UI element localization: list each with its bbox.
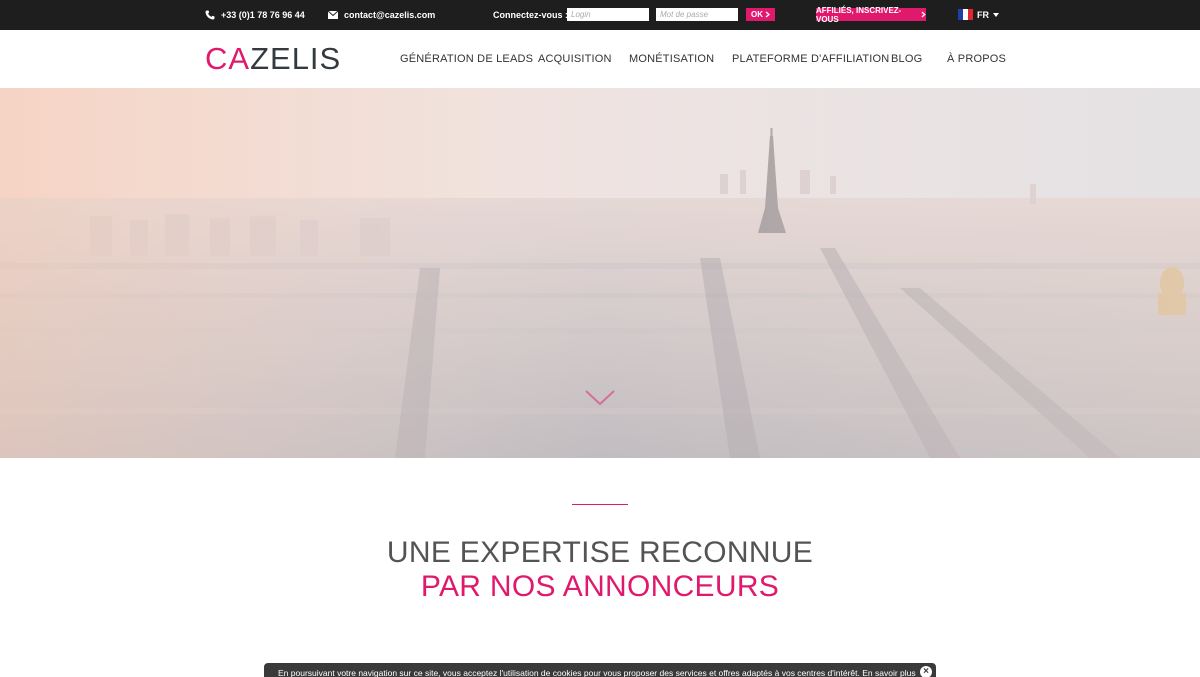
hero-banner [0, 88, 1200, 458]
close-icon[interactable]: × [920, 666, 932, 677]
nav-about[interactable]: À PROPOS [947, 53, 1006, 65]
language-selector[interactable]: FR [958, 9, 999, 20]
login-input[interactable] [567, 8, 649, 21]
section-subheadline: PAR NOS ANNONCEURS [420, 570, 780, 603]
main-header: CAZELIS GÉNÉRATION DE LEADS ACQUISITION … [0, 30, 1200, 88]
nav-lead-generation[interactable]: GÉNÉRATION DE LEADS [400, 53, 533, 65]
language-code: FR [977, 9, 989, 20]
password-input[interactable] [656, 8, 738, 21]
affiliate-signup-button[interactable]: AFFILIÉS, INSCRIVEZ-VOUS [816, 5, 926, 24]
phone-icon [205, 10, 215, 20]
cazelis-logo[interactable]: CAZELIS [205, 42, 341, 76]
caret-down-icon [993, 12, 999, 17]
section-headline: UNE EXPERTISE RECONNUE [386, 536, 814, 569]
cookie-learn-more-link[interactable]: En savoir plus [862, 668, 915, 677]
nav-blog[interactable]: BLOG [891, 53, 922, 65]
login-ok-button[interactable]: OK [746, 8, 775, 21]
cookie-banner: En poursuivant votre navigation sur ce s… [264, 663, 936, 677]
chevron-right-icon [921, 11, 926, 18]
nav-acquisition[interactable]: ACQUISITION [538, 53, 612, 65]
chevron-right-icon [765, 11, 770, 18]
email-address: contact@cazelis.com [344, 10, 436, 20]
logo-accent-text: CA [205, 41, 251, 76]
phone-contact[interactable]: +33 (0)1 78 76 96 44 [205, 10, 305, 20]
nav-affiliate-platform[interactable]: PLATEFORME D'AFFILIATION [732, 53, 889, 65]
ok-label: OK [751, 10, 763, 19]
logo-main-text: ZELIS [250, 41, 342, 76]
affiliate-label: AFFILIÉS, INSCRIVEZ-VOUS [816, 5, 902, 24]
french-flag-icon [958, 9, 973, 20]
cookie-text: En poursuivant votre navigation sur ce s… [278, 668, 860, 677]
phone-number: +33 (0)1 78 76 96 44 [221, 10, 305, 20]
email-contact[interactable]: contact@cazelis.com [328, 10, 435, 20]
nav-monetisation[interactable]: MONÉTISATION [629, 53, 714, 65]
top-bar: +33 (0)1 78 76 96 44 contact@cazelis.com… [0, 0, 1200, 30]
section-divider [572, 504, 628, 505]
paris-skyline-image [0, 88, 1200, 458]
login-label: Connectez-vous : [493, 10, 569, 20]
envelope-icon [328, 11, 338, 19]
